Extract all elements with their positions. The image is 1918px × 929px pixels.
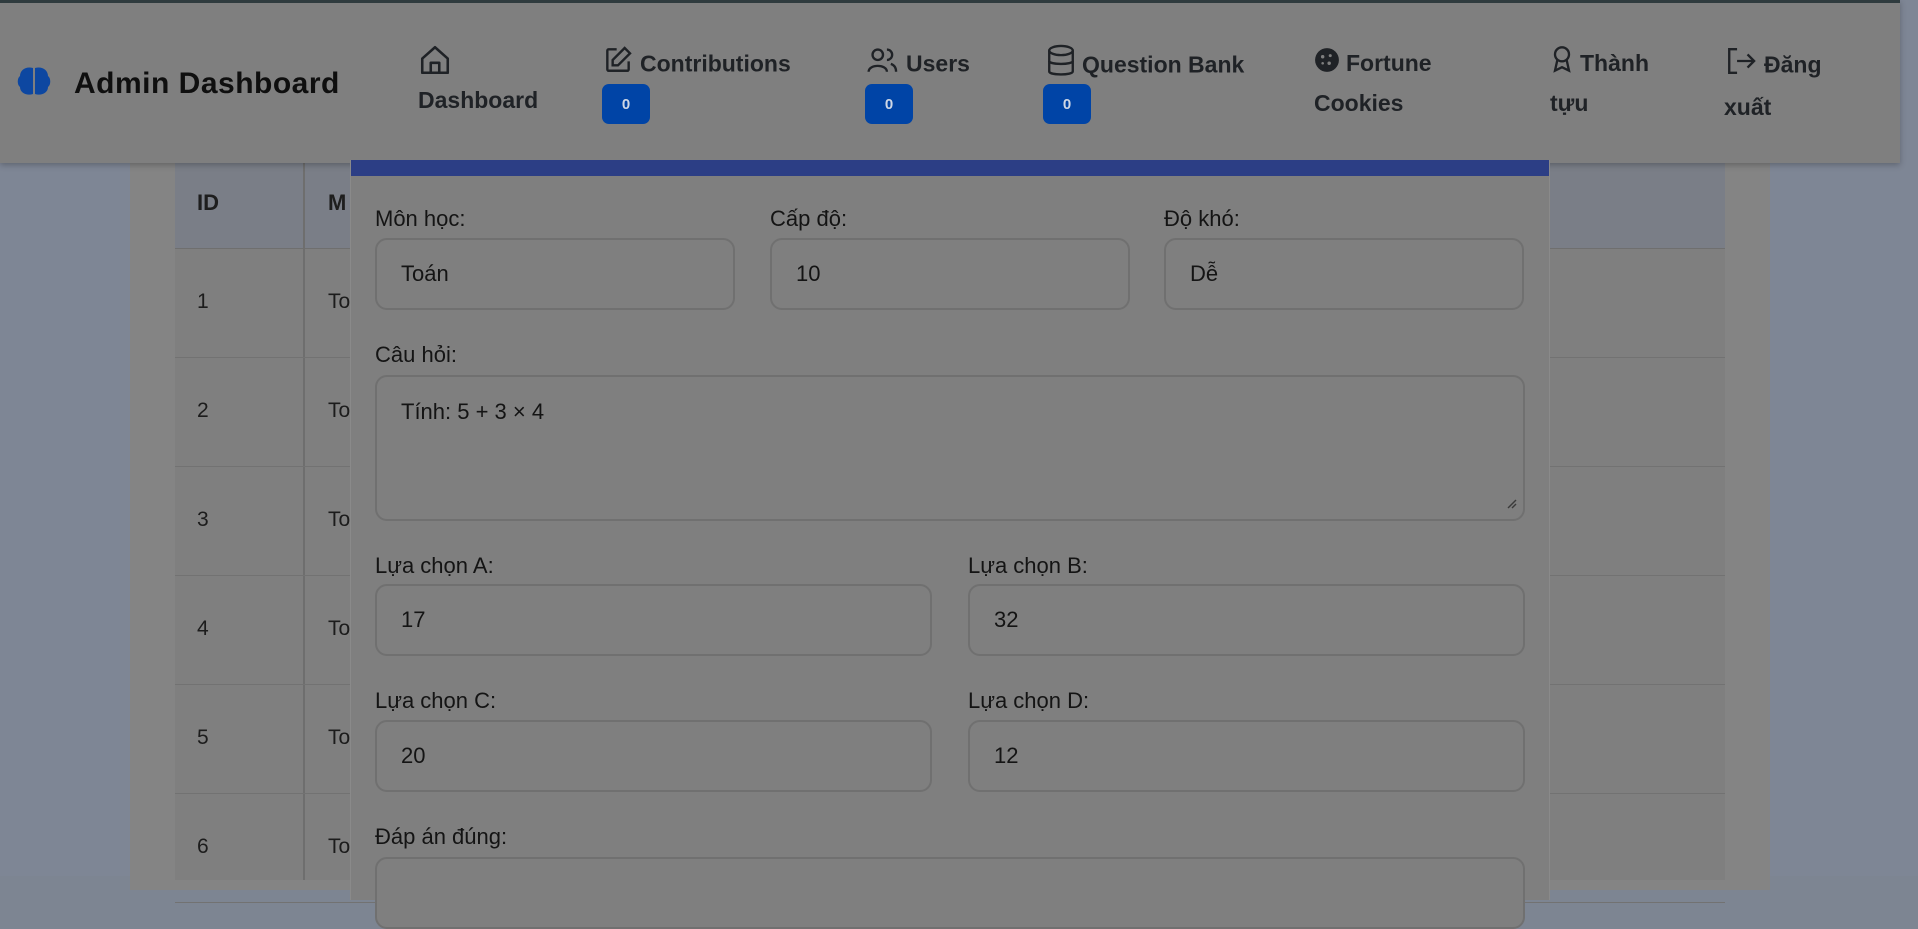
brand[interactable]: Admin Dashboard — [16, 65, 340, 102]
edit-question-modal: Môn học: Toán Cấp độ: 10 Độ khó: Dễ Câu … — [350, 160, 1550, 929]
nav-logout-label-2: xuất — [1724, 94, 1772, 120]
row-id: 5 — [197, 726, 209, 749]
question-bank-count-badge: 0 — [1043, 84, 1091, 124]
nav-contributions-label: Contributions — [640, 50, 791, 77]
nav-achievements-label-1: Thành — [1580, 50, 1649, 76]
row-id: 2 — [197, 399, 209, 422]
contributions-count-badge: 0 — [602, 84, 650, 124]
option-a-field[interactable]: 17 — [375, 584, 932, 656]
nav-achievements[interactable]: Thành tựu — [1550, 44, 1649, 122]
subject-field[interactable]: Toán — [375, 238, 735, 310]
option-b-label: Lựa chọn B: — [968, 553, 1088, 578]
option-b-field[interactable]: 32 — [968, 584, 1525, 656]
correct-answer-select[interactable] — [375, 857, 1525, 929]
difficulty-label: Độ khó: — [1164, 206, 1240, 231]
nav-question-bank[interactable]: Question Bank — [1046, 44, 1244, 89]
correct-answer-label: Đáp án đúng: — [375, 824, 508, 849]
logout-icon — [1724, 45, 1758, 88]
database-icon — [1046, 44, 1076, 89]
option-a-label: Lựa chọn A: — [375, 553, 494, 578]
row-subject: To — [328, 399, 351, 422]
row-subject: To — [328, 835, 351, 858]
subject-label: Môn học: — [375, 206, 466, 231]
nav-dashboard[interactable]: Dashboard — [418, 43, 568, 119]
nav-achievements-label-2: tựu — [1550, 90, 1589, 117]
brain-icon — [16, 65, 52, 102]
question-textarea[interactable]: Tính: 5 + 3 × 4 — [375, 375, 1525, 521]
row-id: 6 — [197, 835, 209, 858]
users-icon — [866, 44, 900, 87]
column-header-subject: M — [328, 190, 347, 215]
top-navbar: Admin Dashboard Dashboard Contributions … — [0, 0, 1900, 163]
home-icon — [418, 43, 568, 81]
resize-handle-icon[interactable] — [1505, 489, 1517, 515]
row-id: 1 — [197, 290, 209, 313]
nav-question-bank-label: Question Bank — [1082, 51, 1245, 78]
nav-logout[interactable]: Đăng xuất — [1724, 45, 1822, 126]
row-subject: To — [328, 617, 351, 640]
question-text: Tính: 5 + 3 × 4 — [401, 399, 545, 424]
nav-fortune-cookies[interactable]: Fortune Cookies — [1314, 44, 1432, 122]
brand-title: Admin Dashboard — [74, 66, 340, 100]
nav-logout-label-1: Đăng — [1764, 51, 1822, 78]
modal-accent-bar — [351, 160, 1549, 176]
users-count-badge: 0 — [865, 84, 913, 124]
edit-icon — [602, 44, 634, 87]
row-subject: To — [328, 290, 351, 313]
nav-fortune-label-1: Fortune — [1346, 50, 1432, 76]
option-c-field[interactable]: 20 — [375, 720, 932, 792]
option-d-label: Lựa chọn D: — [968, 688, 1090, 713]
row-subject: To — [328, 726, 351, 749]
nav-users[interactable]: Users — [866, 44, 970, 87]
option-d-field[interactable]: 12 — [968, 720, 1525, 792]
nav-contributions[interactable]: Contributions — [602, 44, 791, 87]
row-id: 4 — [197, 617, 209, 640]
nav-fortune-label-2: Cookies — [1314, 89, 1404, 116]
nav-dashboard-label: Dashboard — [418, 87, 539, 113]
cookie-icon — [1314, 46, 1340, 84]
level-field[interactable]: 10 — [770, 238, 1130, 310]
level-label: Cấp độ: — [770, 206, 848, 231]
row-id: 3 — [197, 508, 209, 531]
column-header-id: ID — [197, 190, 219, 215]
option-c-label: Lựa chọn C: — [375, 688, 497, 713]
award-icon — [1550, 45, 1574, 84]
question-label: Câu hỏi: — [375, 342, 457, 367]
difficulty-field[interactable]: Dễ — [1164, 238, 1524, 310]
row-subject: To — [328, 508, 351, 531]
nav-users-label: Users — [906, 50, 970, 77]
